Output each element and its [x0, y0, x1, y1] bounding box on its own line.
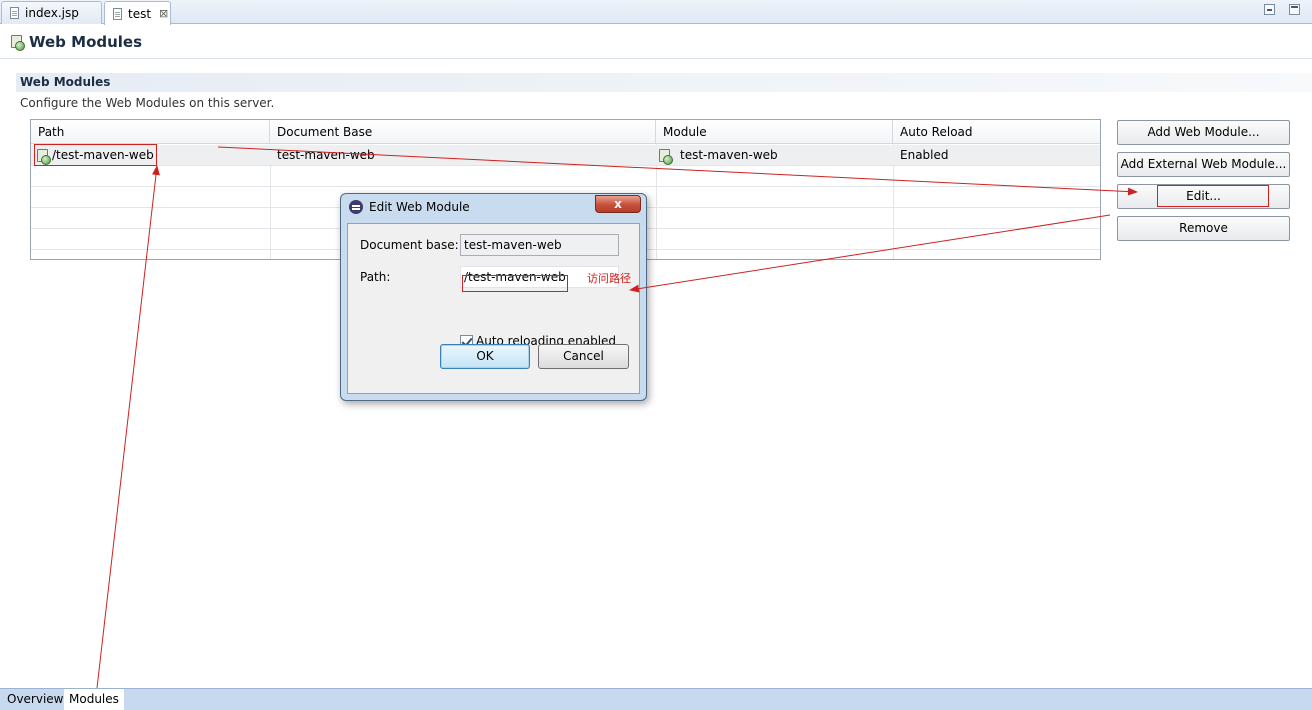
- document-base-field[interactable]: test-maven-web: [460, 234, 619, 256]
- table-row[interactable]: /test-maven-web test-maven-web test-mave…: [31, 145, 1100, 166]
- page-title: Web Modules: [29, 33, 143, 51]
- editor-bottom-tabs: Overview Modules: [0, 688, 1312, 710]
- web-module-icon: [658, 148, 673, 165]
- cancel-button[interactable]: Cancel: [538, 344, 629, 369]
- path-label: Path:: [360, 270, 391, 284]
- table-row-empty: [31, 166, 1100, 187]
- tab-label: test: [128, 6, 152, 21]
- annotation-box-path-field: [462, 275, 568, 292]
- eclipse-icon: [349, 200, 363, 214]
- cell-module: test-maven-web: [656, 145, 893, 166]
- tab-label: index.jsp: [25, 6, 79, 20]
- column-header-module[interactable]: Module: [656, 120, 893, 144]
- add-web-module-button[interactable]: Add Web Module...: [1117, 120, 1290, 145]
- web-module-icon: [10, 35, 25, 51]
- dialog-title: Edit Web Module: [369, 200, 470, 214]
- cell-document-base: test-maven-web: [277, 148, 375, 162]
- document-base-label: Document base:: [360, 238, 459, 252]
- table-header: Path Document Base Module Auto Reload: [31, 120, 1100, 144]
- dialog-close-button[interactable]: x: [595, 195, 641, 213]
- section-title: Web Modules: [20, 75, 111, 89]
- annotation-box-path-cell: [34, 144, 157, 166]
- dialog-title-bar: Edit Web Module: [349, 200, 470, 214]
- remove-button[interactable]: Remove: [1117, 216, 1290, 241]
- maximize-icon[interactable]: [1289, 4, 1300, 15]
- minimize-icon[interactable]: [1264, 4, 1275, 15]
- tab-index-jsp[interactable]: index.jsp: [1, 1, 102, 24]
- edit-web-module-dialog: Edit Web Module x Document base: test-ma…: [340, 193, 647, 401]
- annotation-box-edit-button: [1157, 185, 1269, 207]
- section-header-bar: [16, 73, 1312, 92]
- cell-auto-reload: Enabled: [900, 148, 949, 162]
- tab-test[interactable]: test ⊠: [104, 1, 171, 25]
- file-icon: [113, 7, 122, 20]
- editor-tab-strip: index.jsp test ⊠: [0, 0, 1312, 25]
- dialog-body: Document base: test-maven-web Path: /tes…: [347, 223, 640, 394]
- column-header-auto-reload[interactable]: Auto Reload: [893, 120, 1100, 144]
- ok-button[interactable]: OK: [440, 344, 530, 369]
- annotation-label: 访问路径: [587, 272, 631, 285]
- page-header: Web Modules: [10, 33, 142, 51]
- section-description: Configure the Web Modules on this server…: [20, 96, 275, 110]
- header-divider: [0, 58, 1312, 59]
- tab-modules[interactable]: Modules: [64, 689, 124, 710]
- close-icon[interactable]: ⊠: [159, 7, 168, 20]
- window-controls: [1264, 4, 1300, 15]
- tab-overview[interactable]: Overview: [2, 689, 69, 710]
- column-header-path[interactable]: Path: [31, 120, 270, 144]
- file-icon: [10, 7, 19, 19]
- cell-module-text: test-maven-web: [680, 148, 778, 162]
- column-header-document-base[interactable]: Document Base: [270, 120, 656, 144]
- add-external-web-module-button[interactable]: Add External Web Module...: [1117, 152, 1290, 177]
